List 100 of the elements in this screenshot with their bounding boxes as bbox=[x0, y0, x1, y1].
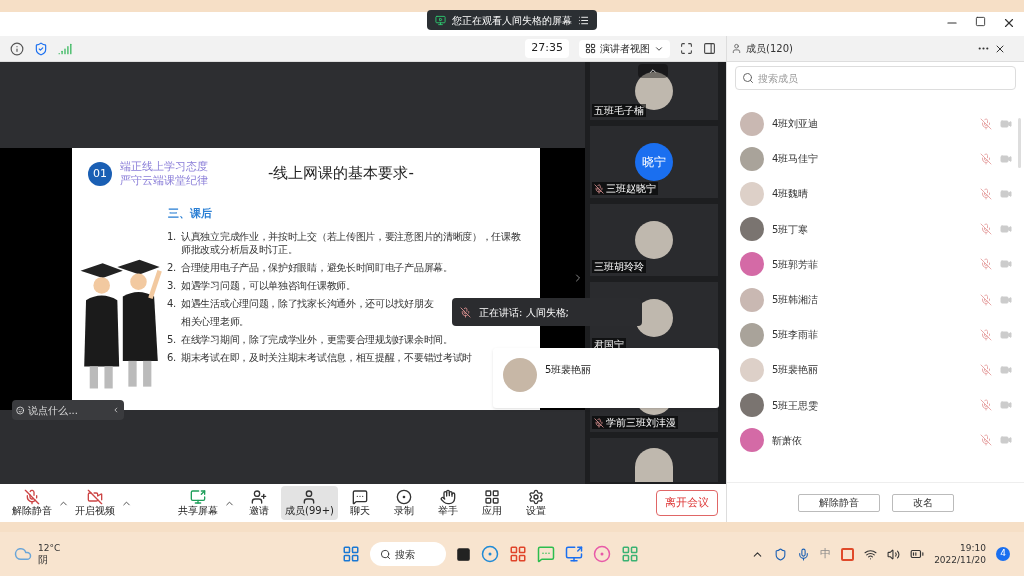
toolbar-button[interactable]: 举手 bbox=[425, 486, 470, 520]
avatar bbox=[740, 146, 764, 171]
list-item-text: 如遇学习问题，可以单独咨询任课教师。 bbox=[181, 279, 356, 292]
chat-app-icon[interactable] bbox=[537, 545, 556, 563]
member-row[interactable]: 5班王思雯 bbox=[727, 387, 1024, 423]
member-name: 4班刘亚迪 bbox=[772, 117, 820, 132]
close-icon[interactable] bbox=[1002, 16, 1016, 30]
member-name: 5班郭芳菲 bbox=[772, 257, 820, 272]
video-tile[interactable]: 晓宁 三班赵晓宁 bbox=[590, 126, 718, 198]
panel-button[interactable]: 改名 bbox=[891, 493, 954, 512]
member-row[interactable]: 4班马佳宁 bbox=[727, 141, 1024, 177]
camera-icon[interactable] bbox=[1000, 223, 1012, 236]
taskbar-search[interactable]: 搜索 bbox=[370, 542, 447, 566]
list-item-text: 在线学习期间，除了完成学业外，更需要合理规划好课余时间。 bbox=[181, 333, 453, 346]
camera-icon[interactable] bbox=[1000, 399, 1012, 412]
muted-mic-icon[interactable] bbox=[980, 223, 992, 236]
member-row[interactable]: 靳萧依 bbox=[727, 422, 1024, 458]
camera-icon[interactable] bbox=[1000, 293, 1012, 306]
video-tile[interactable]: 三班胡玲玲 bbox=[590, 204, 718, 276]
collapse-button[interactable] bbox=[638, 64, 668, 78]
info-icon[interactable] bbox=[10, 41, 24, 56]
mic-icon[interactable] bbox=[797, 547, 811, 561]
banner-text: 您正在观看人间失格的屏幕 bbox=[452, 13, 572, 28]
meeting-app-icon[interactable] bbox=[565, 545, 584, 563]
layout-icon bbox=[585, 43, 596, 54]
camera-icon[interactable] bbox=[1000, 434, 1012, 447]
member-row[interactable]: 4班魏晴 bbox=[727, 176, 1024, 212]
toolbar-button[interactable]: 邀请 bbox=[237, 486, 281, 520]
cloud-icon[interactable] bbox=[14, 545, 32, 563]
toolbar-button[interactable]: 开启视频 bbox=[71, 486, 119, 520]
leave-meeting-button[interactable]: 离开会议 bbox=[656, 490, 718, 516]
toolbar-button[interactable]: 共享屏幕 bbox=[174, 486, 222, 520]
avatar bbox=[635, 221, 673, 259]
shield-icon[interactable] bbox=[34, 41, 48, 56]
avatar bbox=[740, 322, 764, 347]
toolbar-button[interactable]: 解除静音 bbox=[8, 486, 56, 520]
member-row[interactable]: 5班丁寒 bbox=[727, 211, 1024, 247]
participant-name: 5班裴艳丽 bbox=[545, 363, 592, 377]
video-tile[interactable]: 五班毛子楠 bbox=[590, 62, 718, 120]
list-number: 3. bbox=[167, 279, 177, 292]
toolbar-button[interactable]: 设置 bbox=[513, 486, 558, 520]
muted-mic-icon[interactable] bbox=[980, 328, 992, 341]
slide-heading: 端正线上学习态度 bbox=[120, 160, 208, 174]
camera-icon[interactable] bbox=[1000, 328, 1012, 341]
toolbar-button[interactable]: 应用 bbox=[469, 486, 514, 520]
maximize-icon[interactable] bbox=[975, 16, 986, 27]
notification-badge[interactable]: 4 bbox=[996, 547, 1010, 561]
video-tile[interactable] bbox=[590, 438, 718, 482]
fullscreen-icon[interactable] bbox=[680, 42, 693, 55]
clock-time[interactable]: 19:10 bbox=[960, 542, 986, 554]
shield-icon[interactable] bbox=[774, 547, 788, 561]
member-row[interactable]: 4班刘亚迪 bbox=[727, 106, 1024, 142]
start-icon[interactable] bbox=[342, 545, 361, 563]
emoji-icon[interactable] bbox=[16, 404, 25, 416]
clock-date[interactable]: 2022/11/20 bbox=[934, 554, 986, 566]
number-badge: 01 bbox=[88, 162, 112, 186]
muted-mic-icon[interactable] bbox=[980, 152, 992, 165]
list-number: 5. bbox=[167, 333, 177, 346]
panel-button[interactable]: 解除静音 bbox=[797, 493, 880, 512]
sogou-icon[interactable] bbox=[841, 547, 855, 561]
member-row[interactable]: 5班韩湘洁 bbox=[727, 281, 1024, 318]
avatar bbox=[740, 287, 764, 312]
avatar bbox=[740, 181, 764, 206]
muted-mic-icon[interactable] bbox=[980, 117, 992, 130]
volume-icon[interactable] bbox=[887, 547, 901, 561]
member-row[interactable]: 5班李雨菲 bbox=[727, 317, 1024, 353]
wifi-icon[interactable] bbox=[864, 547, 878, 561]
toolbar-button[interactable]: 录制 bbox=[381, 486, 426, 520]
muted-mic-icon[interactable] bbox=[980, 434, 992, 447]
panel-icon[interactable] bbox=[703, 42, 716, 55]
member-name: 4班魏晴 bbox=[772, 187, 810, 202]
muted-mic-icon[interactable] bbox=[980, 363, 992, 376]
search-field[interactable]: 搜索成员 bbox=[758, 70, 1009, 86]
member-row[interactable]: 5班郭芳菲 bbox=[727, 246, 1024, 282]
camera-icon[interactable] bbox=[1000, 117, 1012, 130]
camera-icon[interactable] bbox=[1000, 363, 1012, 376]
member-row[interactable]: 5班裴艳丽 bbox=[727, 352, 1024, 388]
view-dropdown[interactable]: 演讲者视图 bbox=[579, 39, 670, 58]
task-view-icon[interactable] bbox=[456, 546, 472, 562]
screen-icon bbox=[435, 14, 446, 26]
scrollbar[interactable] bbox=[1018, 118, 1021, 168]
muted-mic-icon[interactable] bbox=[980, 187, 992, 200]
camera-icon[interactable] bbox=[1000, 152, 1012, 165]
muted-mic-icon bbox=[24, 489, 40, 505]
signal-icon[interactable] bbox=[58, 41, 72, 56]
chat-input[interactable]: 说点什么... bbox=[28, 402, 109, 418]
chat-bar[interactable]: 说点什么... bbox=[12, 400, 124, 420]
toolbar-button[interactable]: 聊天 bbox=[337, 486, 382, 520]
menu-icon[interactable] bbox=[578, 14, 589, 26]
chevron-left-icon[interactable] bbox=[112, 405, 120, 415]
battery-icon[interactable] bbox=[910, 547, 925, 561]
muted-mic-icon bbox=[460, 306, 471, 318]
search-bar[interactable]: 搜索成员 bbox=[735, 66, 1016, 90]
muted-mic-icon[interactable] bbox=[980, 293, 992, 306]
member-name: 5班裴艳丽 bbox=[772, 363, 820, 378]
camera-icon[interactable] bbox=[1000, 187, 1012, 200]
toolbar-button[interactable]: 成员(99+) bbox=[281, 486, 338, 520]
muted-mic-icon[interactable] bbox=[980, 258, 992, 271]
muted-mic-icon[interactable] bbox=[980, 399, 992, 412]
camera-icon[interactable] bbox=[1000, 258, 1012, 271]
